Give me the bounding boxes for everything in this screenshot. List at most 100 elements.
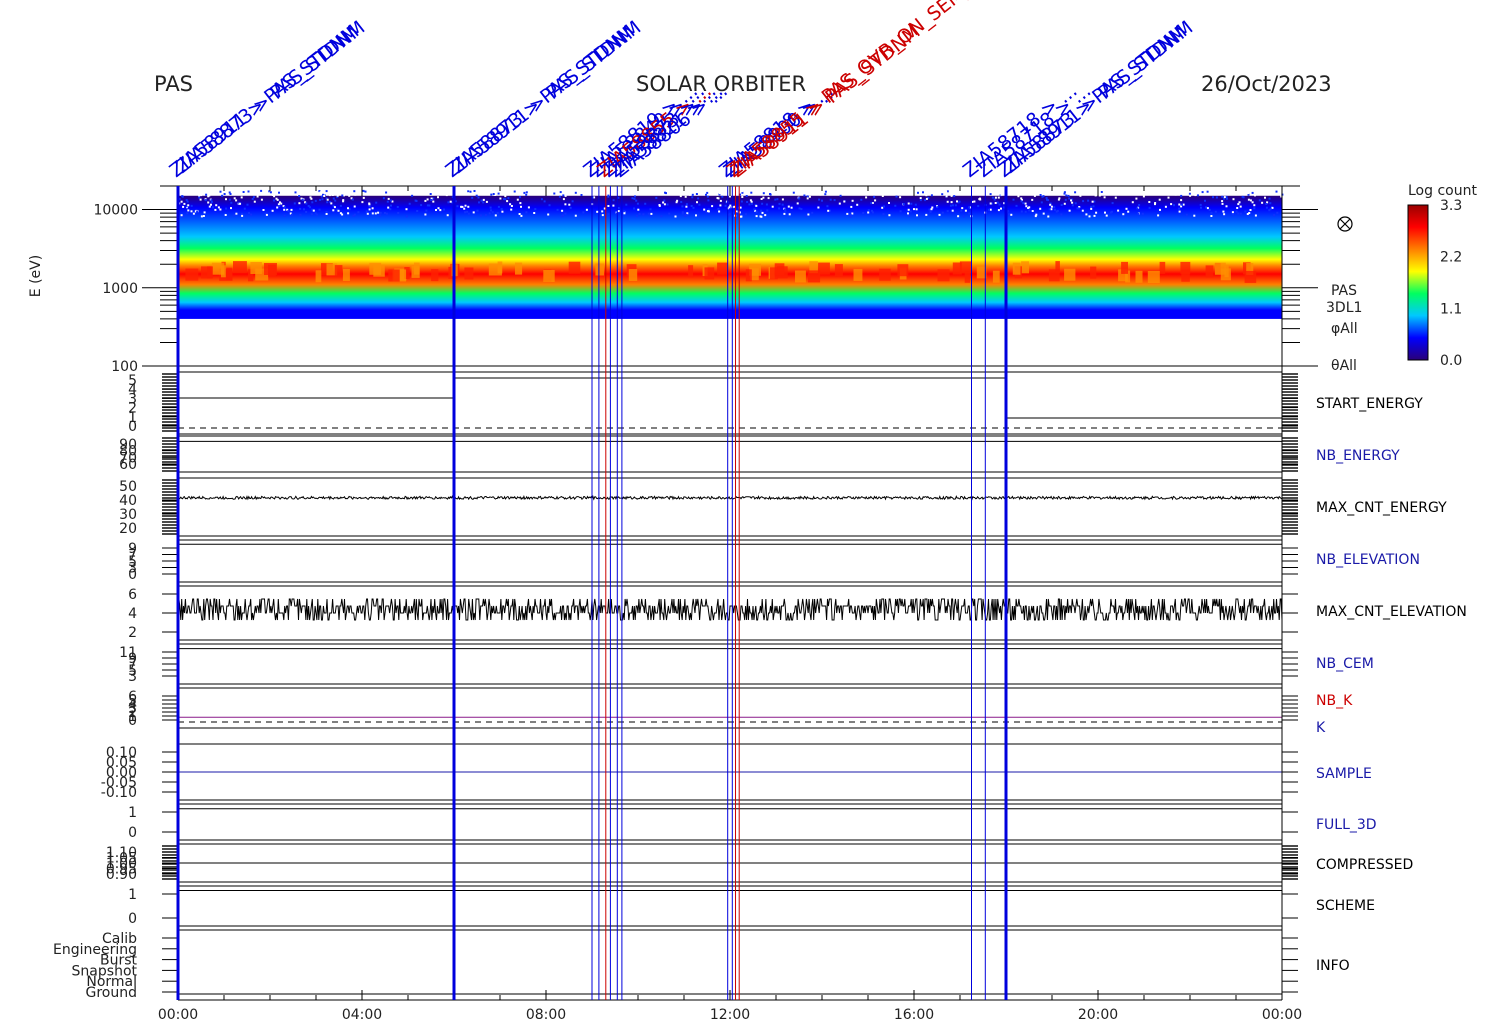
- spectrogram-speckle: [445, 194, 448, 197]
- spectrogram-speckle: [1055, 210, 1058, 213]
- spectrogram-speckle: [1074, 191, 1077, 194]
- spectrogram-speckle: [886, 192, 889, 195]
- spectrogram-speckle: [562, 198, 565, 201]
- spectrogram-speckle: [1223, 196, 1226, 199]
- spectrogram-speckle: [783, 192, 786, 195]
- spectrogram-speckle: [755, 210, 758, 213]
- spectrogram-speckle: [1053, 206, 1056, 209]
- spectrogram-speckle: [856, 192, 859, 194]
- spectrogram-speckle: [719, 204, 722, 207]
- spectrogram-speckle: [235, 199, 238, 202]
- spectrogram-speckle: [509, 203, 512, 206]
- spectrogram-speckle: [347, 207, 349, 210]
- spectrogram-speckle: [278, 205, 281, 207]
- spectrogram-speckle: [408, 202, 411, 205]
- spectrogram-speckle: [256, 195, 259, 198]
- spectrogram-speckle: [187, 209, 190, 212]
- spectrogram-fluctuation: [897, 264, 909, 277]
- spectrogram-speckle: [996, 201, 999, 204]
- spectrogram-speckle: [273, 195, 276, 198]
- spectrogram-speckle: [1206, 190, 1209, 193]
- spectrogram-speckle: [1225, 205, 1228, 208]
- spectrogram-speckle: [871, 209, 873, 212]
- spectrogram-speckle: [1226, 189, 1229, 192]
- spectrogram-speckle: [994, 196, 997, 199]
- spectrogram-speckle: [745, 195, 748, 197]
- spectrogram-fluctuation: [497, 261, 503, 274]
- spectrogram-speckle: [478, 201, 480, 204]
- spectrogram-speckle: [647, 212, 650, 215]
- spectrogram-fluctuation: [795, 270, 806, 283]
- spectrogram-speckle: [717, 197, 720, 200]
- spectrogram-fluctuation: [1048, 269, 1060, 282]
- spectrogram-speckle: [354, 193, 357, 196]
- spectrogram-speckle: [1082, 200, 1085, 203]
- spectrogram-speckle: [612, 204, 615, 207]
- spectrogram-speckle: [755, 204, 758, 207]
- spectrogram-speckle: [241, 214, 244, 217]
- spectrogram-speckle: [471, 196, 474, 199]
- spectrogram-speckle: [663, 199, 666, 202]
- spectrogram-speckle: [596, 210, 599, 213]
- spectrogram-fluctuation: [717, 262, 728, 275]
- spectrogram-speckle: [371, 207, 374, 210]
- spectrogram-speckle: [197, 191, 200, 194]
- spectrogram-speckle: [1107, 191, 1110, 194]
- spectrogram-speckle: [434, 192, 437, 195]
- spectrogram-speckle: [1028, 209, 1031, 212]
- spectrogram-speckle: [308, 206, 311, 209]
- spectrogram-speckle: [833, 199, 836, 202]
- spectrogram-speckle: [1261, 201, 1264, 204]
- spectrogram-speckle: [843, 200, 846, 203]
- spectrogram-speckle: [1063, 202, 1066, 205]
- spectrogram-speckle: [1199, 203, 1202, 206]
- spectrogram-speckle: [1214, 210, 1217, 213]
- spectrogram-speckle: [1210, 215, 1213, 217]
- spectrogram-speckle: [894, 192, 897, 195]
- panel-tick-label: 0: [128, 825, 137, 841]
- spectrogram-tick-label: 1000: [102, 281, 138, 297]
- spectrogram-speckle: [506, 200, 509, 203]
- spectrogram-speckle: [384, 212, 386, 214]
- spectrogram-speckle: [299, 213, 302, 216]
- spectrogram-speckle: [385, 191, 388, 194]
- spectrogram-fluctuation: [543, 270, 555, 282]
- panel-label-max_cnt_elevation: MAX_CNT_ELEVATION: [1316, 604, 1467, 620]
- spectrogram-speckle: [882, 213, 885, 216]
- spectrogram-speckle: [881, 195, 884, 197]
- spectrogram-speckle: [525, 191, 528, 194]
- spectrogram-speckle: [899, 196, 902, 199]
- spectrogram-speckle: [723, 191, 726, 194]
- spectrogram-speckle: [1081, 209, 1084, 212]
- spectrogram-speckle: [271, 209, 274, 212]
- spectrogram-speckle: [310, 213, 313, 216]
- spectrogram-speckle: [1048, 208, 1051, 211]
- spectrogram-speckle: [1236, 207, 1239, 209]
- spectrogram-speckle: [390, 204, 392, 207]
- spectrogram-speckle: [1247, 198, 1250, 201]
- spectrogram-speckle: [973, 200, 976, 203]
- spectrogram-speckle: [357, 192, 360, 195]
- spectrogram-speckle: [219, 190, 222, 193]
- spectrogram-speckle: [1094, 194, 1097, 197]
- spectrogram-speckle: [424, 213, 427, 216]
- spectrogram-speckle: [342, 200, 345, 203]
- spectrogram-speckle: [824, 190, 827, 193]
- spectrogram-speckle: [556, 208, 559, 211]
- spectrogram-speckle: [706, 191, 709, 194]
- spectrogram-speckle: [1249, 209, 1252, 211]
- spectrogram-speckle: [1017, 195, 1020, 198]
- spectrogram-speckle: [783, 212, 786, 215]
- spectrogram-speckle: [424, 199, 427, 202]
- spectrogram-speckle: [1269, 208, 1272, 211]
- spectrogram-speckle: [239, 202, 241, 205]
- spectrogram-speckle: [1138, 204, 1141, 206]
- spectrogram-speckle: [332, 197, 335, 200]
- spectrogram-speckle: [334, 199, 337, 202]
- spectrogram-speckle: [446, 214, 449, 217]
- spectrogram-fluctuation: [745, 269, 752, 282]
- spectrogram-speckle: [221, 194, 224, 197]
- spectrogram-speckle: [186, 212, 189, 215]
- spectrogram-speckle: [183, 202, 186, 205]
- spectrogram-speckle: [246, 203, 249, 206]
